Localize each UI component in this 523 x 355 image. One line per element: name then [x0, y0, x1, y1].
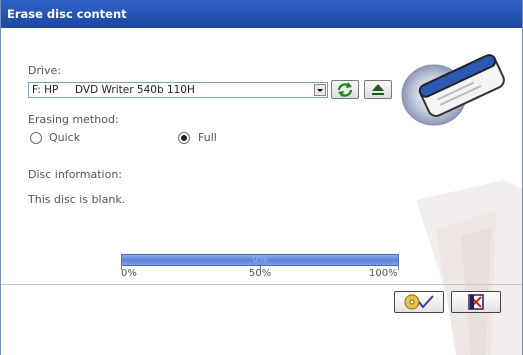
background-graphic	[416, 180, 522, 355]
drive-select[interactable]: F: HP DVD Writer 540b 110H	[28, 82, 328, 98]
full-radio-label[interactable]: Full	[198, 131, 217, 144]
disc-information-text: This disc is blank.	[28, 193, 126, 206]
chevron-down-icon[interactable]	[314, 84, 326, 96]
erase-disc-window: Erase disc content Drive: F: HP DVD Writ…	[0, 0, 523, 355]
progress-label-100: 100%	[369, 268, 398, 279]
progress-label-0: 0%	[121, 268, 137, 279]
quick-radio[interactable]	[30, 132, 42, 144]
progress-tick-100	[398, 264, 399, 270]
separator	[1, 284, 522, 285]
quick-radio-label[interactable]: Quick	[49, 131, 80, 144]
drive-label: Drive:	[28, 64, 62, 77]
title-bar: Erase disc content	[1, 0, 522, 28]
progress-label-50: 50%	[249, 268, 272, 279]
disc-information-label: Disc information:	[28, 168, 122, 181]
erasing-method-label: Erasing method:	[28, 113, 119, 126]
eject-icon	[372, 84, 384, 95]
drive-select-value: F: HP DVD Writer 540b 110H	[32, 84, 195, 96]
disc-check-icon	[404, 294, 434, 310]
erase-button[interactable]	[394, 291, 444, 313]
exit-icon	[468, 294, 484, 310]
refresh-button[interactable]	[331, 80, 359, 99]
exit-button[interactable]	[451, 291, 501, 313]
full-radio[interactable]	[178, 132, 190, 144]
window-title: Erase disc content	[7, 7, 127, 21]
eject-button[interactable]	[364, 80, 392, 99]
refresh-icon	[337, 82, 353, 97]
eraser-disc-icon	[401, 54, 505, 126]
